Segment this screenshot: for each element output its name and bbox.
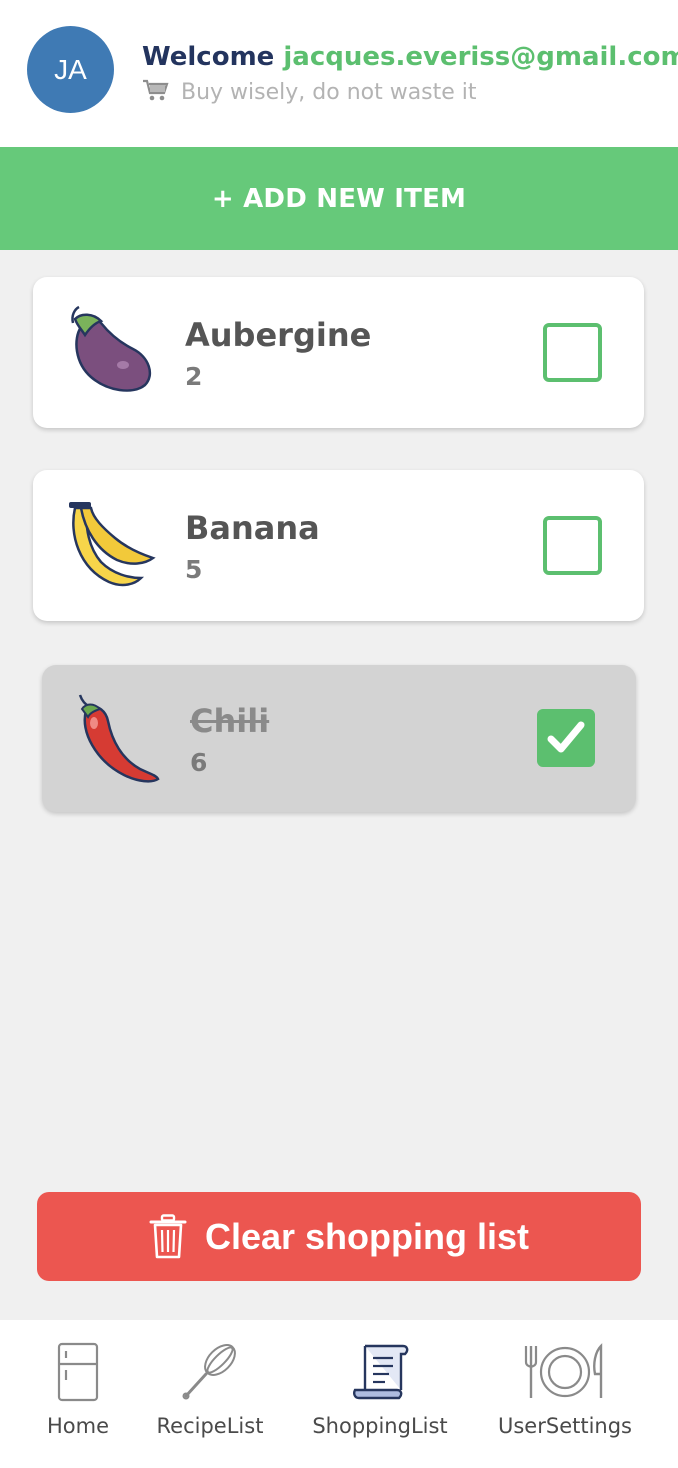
trash-icon xyxy=(149,1213,187,1258)
avatar[interactable]: JA xyxy=(27,26,114,113)
chili-icon xyxy=(78,694,160,783)
item-quantity: 5 xyxy=(185,555,203,584)
list-item: Banana 5 xyxy=(33,470,644,621)
clear-shopping-list-button[interactable]: Clear shopping list xyxy=(37,1192,641,1281)
nav-shoppinglist-label: ShoppingList xyxy=(312,1414,448,1438)
item-name: Banana xyxy=(185,509,320,547)
item-quantity: 2 xyxy=(185,362,203,391)
nav-home[interactable]: Home xyxy=(32,1320,124,1468)
nav-shoppinglist[interactable]: ShoppingList xyxy=(305,1320,455,1468)
welcome-line: Welcome jacques.everiss@gmail.com xyxy=(142,38,678,76)
item-name: Aubergine xyxy=(185,316,372,354)
item-checkbox[interactable] xyxy=(543,323,602,382)
user-email: jacques.everiss@gmail.com xyxy=(283,42,678,72)
fridge-icon xyxy=(57,1342,99,1402)
list-item: Aubergine 2 xyxy=(33,277,644,428)
nav-usersettings-label: UserSettings xyxy=(498,1414,632,1438)
tagline: Buy wisely, do not waste it xyxy=(142,78,477,108)
plate-cutlery-icon xyxy=(524,1343,603,1398)
nav-recipelist-label: RecipeList xyxy=(156,1414,264,1438)
item-name: Chili xyxy=(190,702,270,740)
bottom-nav: Home RecipeList ShoppingList UserSetting… xyxy=(0,1320,678,1468)
aubergine-icon xyxy=(71,305,152,392)
nav-recipelist[interactable]: RecipeList xyxy=(150,1320,270,1468)
receipt-icon xyxy=(353,1344,409,1400)
add-new-item-button[interactable]: + ADD NEW ITEM xyxy=(0,147,678,250)
nav-home-label: Home xyxy=(46,1414,109,1438)
checkmark-icon xyxy=(547,721,585,753)
add-new-item-label: + ADD NEW ITEM xyxy=(211,183,467,214)
nav-usersettings[interactable]: UserSettings xyxy=(490,1320,640,1468)
banana-icon xyxy=(69,502,156,587)
item-checkbox-checked[interactable] xyxy=(537,709,595,767)
tagline-text: Buy wisely, do not waste it xyxy=(181,80,477,105)
header: JA Welcome jacques.everiss@gmail.com Buy… xyxy=(0,0,678,147)
item-quantity: 6 xyxy=(190,748,208,777)
list-item: Chili 6 xyxy=(42,665,636,812)
clear-shopping-list-label: Clear shopping list xyxy=(204,1215,530,1257)
whisk-icon xyxy=(182,1344,236,1400)
cart-icon xyxy=(143,79,169,101)
welcome-text: Welcome xyxy=(142,42,275,72)
item-checkbox[interactable] xyxy=(543,516,602,575)
